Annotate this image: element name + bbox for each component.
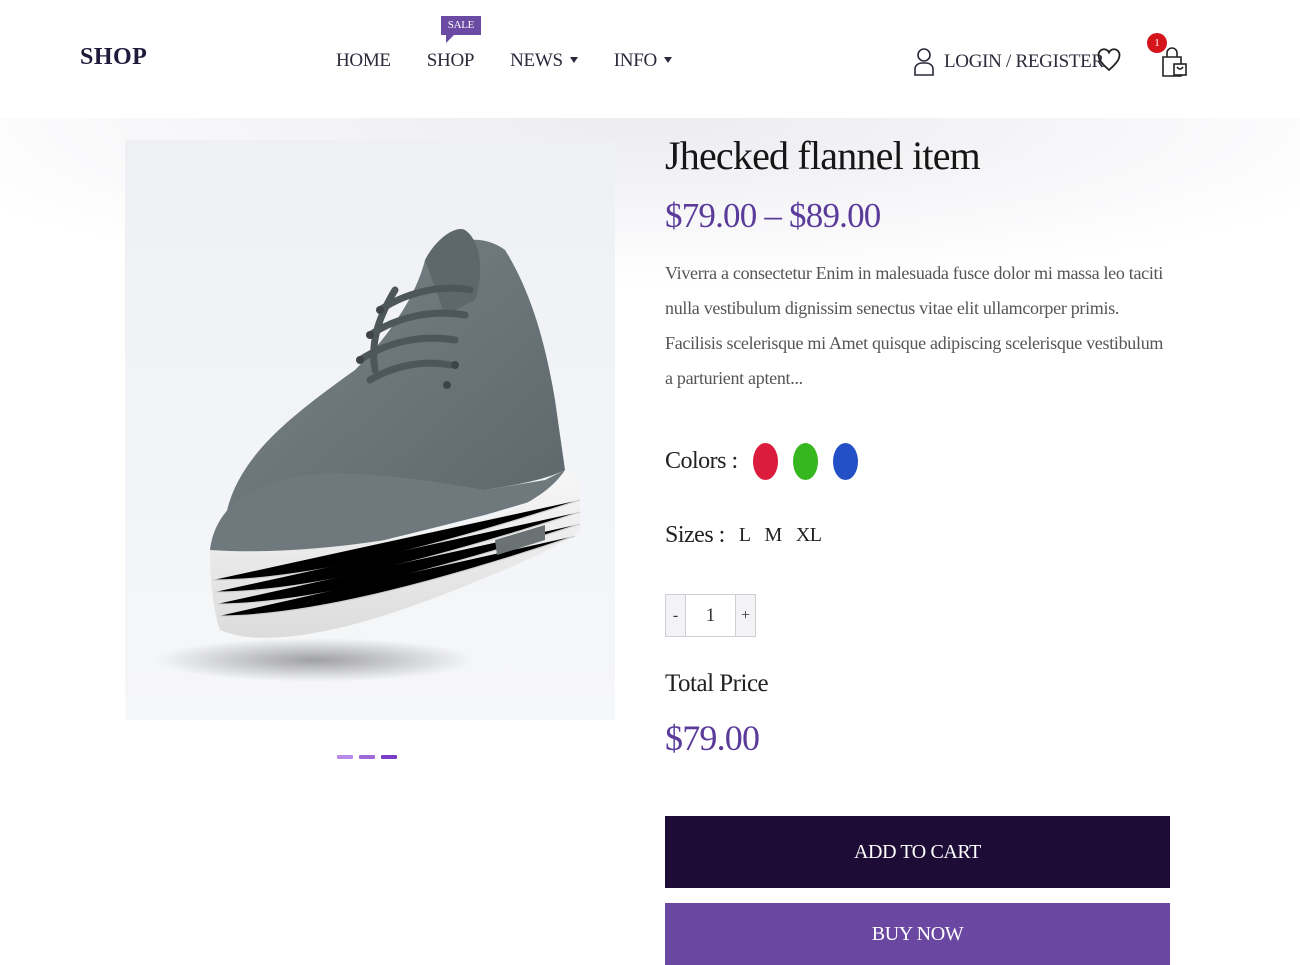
product-description: Viverra a consectetur Enim in malesuada … [665,263,1164,388]
login-register-link[interactable]: LOGIN / REGISTER [913,47,1104,77]
product-image[interactable] [125,140,615,720]
size-option-xl[interactable]: XL [796,524,822,547]
nav-news-label: NEWS [510,50,563,71]
shoe-image [155,229,581,682]
total-price-value: $79.00 [665,718,760,758]
nav-news[interactable]: NEWS [510,50,578,72]
size-selector: Sizes : L M XL [665,522,822,549]
color-selector: Colors : [665,443,858,480]
site-header: SHOP HOME SALE SHOP NEWS INFO LOGIN / RE… [0,0,1300,118]
shopping-bag-icon[interactable] [1160,46,1188,78]
site-logo[interactable]: SHOP [80,44,147,71]
nav-shop-label: SHOP [426,50,475,71]
gallery-dot[interactable] [337,755,353,759]
add-to-cart-button[interactable]: ADD TO CART [665,816,1170,888]
size-option-m[interactable]: M [765,524,783,547]
nav-shop[interactable]: SALE SHOP [426,16,482,72]
nav-info-label: INFO [613,50,657,71]
color-swatch-blue[interactable] [832,443,858,480]
total-price-label: Total Price [665,670,769,697]
color-swatch-red[interactable] [752,443,778,480]
sizes-label: Sizes : [665,522,725,548]
nav-home-label: HOME [336,50,391,71]
main-nav: HOME SALE SHOP NEWS INFO [336,16,708,72]
quantity-decrease-button[interactable]: - [666,595,685,636]
product-title: Jhecked flannel item [665,133,981,178]
cart-count-badge: 1 [1147,33,1167,53]
login-register-label: LOGIN / REGISTER [944,51,1104,72]
user-icon [914,48,934,76]
nav-info[interactable]: INFO [614,50,672,72]
size-option-l[interactable]: L [739,524,751,547]
gallery-dot[interactable] [359,755,375,759]
nav-home[interactable]: HOME [336,50,391,72]
gallery-dots [337,755,403,759]
quantity-input[interactable] [685,595,736,636]
caret-down-icon [663,57,672,63]
sale-badge: SALE [440,16,482,43]
heart-icon[interactable] [1097,47,1121,73]
gallery-dot[interactable] [381,755,397,759]
quantity-stepper: - + [665,594,756,637]
colors-label: Colors : [665,448,738,474]
buy-now-button[interactable]: BUY NOW [665,903,1170,965]
price-range: $79.00 – $89.00 [665,196,881,235]
quantity-increase-button[interactable]: + [736,595,755,636]
caret-down-icon [569,57,578,63]
color-swatch-green[interactable] [792,443,818,480]
